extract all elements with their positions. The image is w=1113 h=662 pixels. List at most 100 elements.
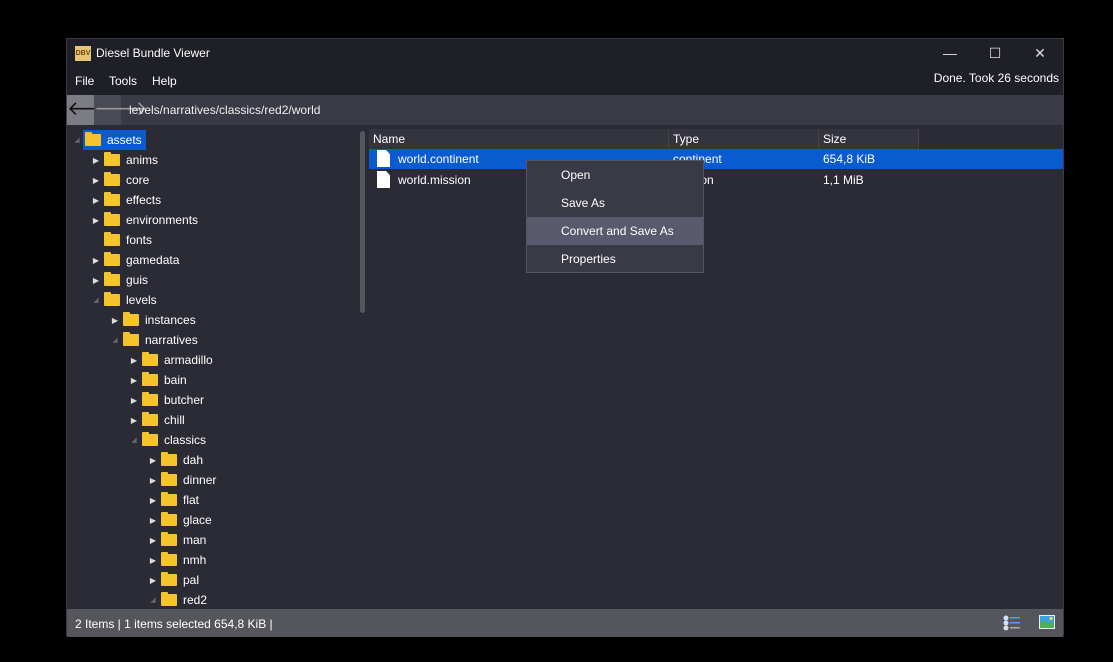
folder-icon [142, 392, 158, 406]
tree-item[interactable]: ▶ environments [90, 210, 202, 230]
tree-item[interactable]: ◢ classics [128, 430, 210, 450]
column-header-type[interactable]: Type [669, 129, 819, 149]
folder-icon [104, 272, 120, 286]
folder-icon [142, 412, 158, 426]
tree-item[interactable]: ◢ red2 [147, 590, 211, 609]
menu-tools[interactable]: Tools [109, 74, 137, 88]
expand-arrow-icon[interactable]: ▶ [128, 416, 140, 425]
list-view-icon[interactable] [1003, 615, 1021, 631]
tree-item[interactable]: ▶ glace [147, 510, 216, 530]
close-button[interactable]: ✕ [1025, 43, 1055, 63]
collapse-arrow-icon[interactable]: ◢ [109, 336, 121, 344]
expand-arrow-icon[interactable]: ▶ [147, 556, 159, 565]
folder-icon [161, 532, 177, 546]
file-list: Name Type Size world.continent continent… [369, 129, 1063, 607]
back-button[interactable]: 🡐 [67, 95, 121, 125]
tree-item[interactable]: ◢ levels [90, 290, 161, 310]
forward-button[interactable]: 🡒 [94, 95, 148, 125]
expand-arrow-icon[interactable]: ▶ [147, 576, 159, 585]
tree-item[interactable]: ▶ pal [147, 570, 203, 590]
tree-item[interactable]: ▶ chill [128, 410, 189, 430]
path-input[interactable]: levels/narratives/classics/red2/world [129, 103, 320, 117]
tree-item[interactable]: ▶ dinner [147, 470, 220, 490]
tree-item-label: flat [183, 493, 200, 507]
tree-item-label: chill [164, 413, 185, 427]
folder-icon [142, 372, 158, 386]
app-window: DBV Diesel Bundle Viewer — ☐ ✕ File Tool… [66, 38, 1064, 637]
expand-arrow-icon[interactable]: ▶ [147, 456, 159, 465]
app-logo: DBV [75, 46, 91, 61]
tree-item-label: levels [126, 293, 157, 307]
file-row[interactable]: world.continent continent 654,8 KiB [369, 149, 1063, 169]
expand-arrow-icon[interactable]: ▶ [128, 356, 140, 365]
tree-item[interactable]: ▶ anims [90, 150, 162, 170]
context-save-as[interactable]: Save As [527, 189, 703, 217]
expand-arrow-icon[interactable]: ▶ [147, 476, 159, 485]
expand-arrow-icon[interactable]: ▶ [90, 156, 102, 165]
file-row[interactable]: world.mission mission 1,1 MiB [369, 170, 1063, 190]
tree-item-label: classics [164, 433, 207, 447]
expand-arrow-icon[interactable]: ▶ [90, 276, 102, 285]
tree-item[interactable]: ▶ gamedata [90, 250, 183, 270]
expand-arrow-icon[interactable]: ▶ [147, 536, 159, 545]
tree-item[interactable]: fonts [90, 230, 156, 250]
collapse-arrow-icon[interactable]: ◢ [147, 596, 159, 604]
expand-arrow-icon[interactable]: ▶ [109, 316, 121, 325]
folder-icon [161, 452, 177, 466]
expand-arrow-icon[interactable]: ▶ [90, 256, 102, 265]
file-icon [377, 150, 390, 167]
collapse-arrow-icon[interactable]: ◢ [90, 296, 102, 304]
minimize-button[interactable]: — [935, 43, 965, 63]
menu-help[interactable]: Help [152, 74, 177, 88]
image-view-icon[interactable] [1039, 615, 1055, 629]
tree-item[interactable]: ▶ man [147, 530, 210, 550]
collapse-arrow-icon[interactable]: ◢ [128, 436, 140, 444]
folder-icon [104, 292, 120, 306]
menu-file[interactable]: File [75, 74, 94, 88]
title-bar: DBV Diesel Bundle Viewer — ☐ ✕ [67, 39, 1063, 67]
context-convert-save-as[interactable]: Convert and Save As [527, 217, 703, 245]
column-header-size[interactable]: Size [819, 129, 919, 149]
tree-item[interactable]: ▶ effects [90, 190, 165, 210]
tree-item[interactable]: ▶ nmh [147, 550, 210, 570]
tree-item-label: bain [164, 373, 187, 387]
tree-item[interactable]: ◢ assets [71, 130, 146, 150]
tree-item-label: gamedata [126, 253, 180, 267]
file-name: world.continent [398, 152, 479, 166]
expand-arrow-icon[interactable]: ▶ [90, 176, 102, 185]
file-name: world.mission [398, 173, 471, 187]
context-properties[interactable]: Properties [527, 245, 703, 273]
tree-item[interactable]: ▶ instances [109, 310, 200, 330]
tree-item[interactable]: ▶ guis [90, 270, 152, 290]
folder-icon [123, 332, 139, 346]
tree-item-label: environments [126, 213, 199, 227]
folder-icon [104, 212, 120, 226]
tree-item[interactable]: ▶ core [90, 170, 153, 190]
tree-item[interactable]: ▶ dah [147, 450, 207, 470]
tree-scrollbar[interactable] [360, 131, 365, 313]
expand-arrow-icon[interactable]: ▶ [147, 516, 159, 525]
status-text: 2 Items | 1 items selected 654,8 KiB | [75, 617, 273, 631]
tree-item-label: dah [183, 453, 204, 467]
file-size: 654,8 KiB [823, 152, 876, 166]
tree-item[interactable]: ▶ flat [147, 490, 203, 510]
tree-item[interactable]: ◢ narratives [109, 330, 202, 350]
tree-item[interactable]: ▶ armadillo [128, 350, 217, 370]
file-size: 1,1 MiB [823, 173, 864, 187]
tree-item-label: effects [126, 193, 162, 207]
folder-icon [85, 132, 101, 146]
expand-arrow-icon[interactable]: ▶ [90, 196, 102, 205]
expand-arrow-icon[interactable]: ▶ [90, 216, 102, 225]
tree-item-label: assets [107, 133, 142, 147]
maximize-button[interactable]: ☐ [980, 43, 1010, 63]
collapse-arrow-icon[interactable]: ◢ [71, 136, 83, 144]
context-open[interactable]: Open [527, 161, 703, 189]
column-header-name[interactable]: Name [369, 129, 669, 149]
expand-arrow-icon[interactable]: ▶ [147, 496, 159, 505]
tree-item[interactable]: ▶ butcher [128, 390, 208, 410]
address-bar: 🡐 🡒 levels/narratives/classics/red2/worl… [67, 95, 1063, 125]
expand-arrow-icon[interactable]: ▶ [128, 376, 140, 385]
folder-icon [104, 232, 120, 246]
tree-item[interactable]: ▶ bain [128, 370, 191, 390]
expand-arrow-icon[interactable]: ▶ [128, 396, 140, 405]
